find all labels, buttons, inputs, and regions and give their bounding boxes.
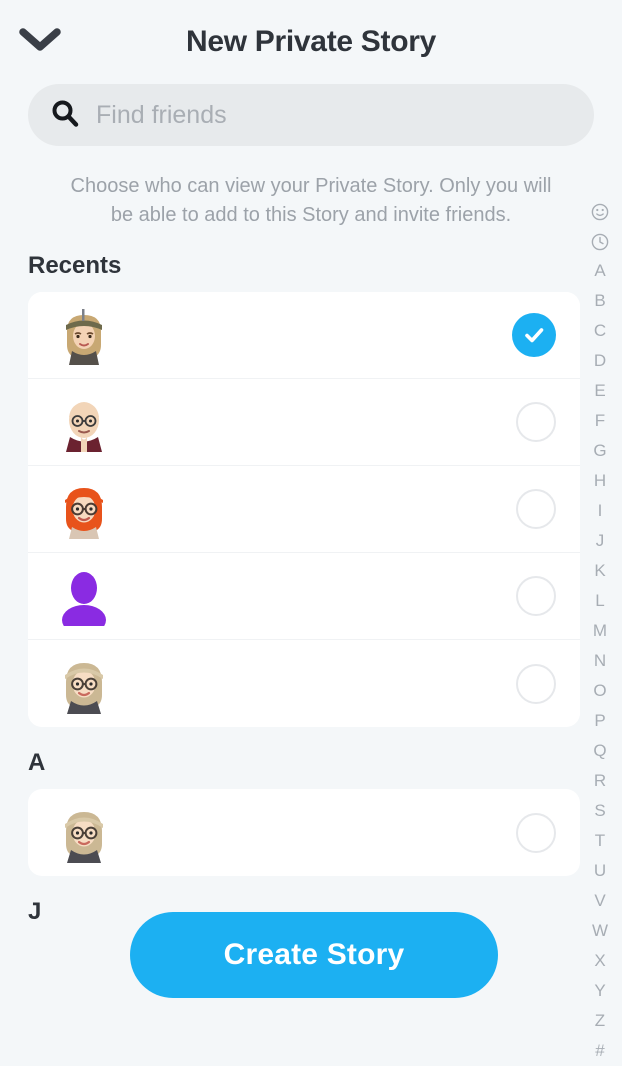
back-button[interactable] xyxy=(0,0,70,84)
alpha-index-k[interactable]: K xyxy=(578,556,622,586)
alpha-index-w[interactable]: W xyxy=(578,916,622,946)
search-icon xyxy=(50,98,80,133)
alpha-index-p[interactable]: P xyxy=(578,706,622,736)
alpha-index-e[interactable]: E xyxy=(578,376,622,406)
alpha-index-hash[interactable]: # xyxy=(578,1036,622,1066)
clock-icon[interactable] xyxy=(578,226,622,256)
alpha-index-j[interactable]: J xyxy=(578,526,622,556)
table-row[interactable] xyxy=(28,466,580,553)
alpha-index-s[interactable]: S xyxy=(578,796,622,826)
alpha-index-m[interactable]: M xyxy=(578,616,622,646)
avatar xyxy=(54,479,114,539)
alpha-index-l[interactable]: L xyxy=(578,586,622,616)
alpha-index-n[interactable]: N xyxy=(578,646,622,676)
alpha-index-a[interactable]: A xyxy=(578,256,622,286)
alpha-index-r[interactable]: R xyxy=(578,766,622,796)
chevron-down-icon xyxy=(19,27,61,58)
alpha-index-b[interactable]: B xyxy=(578,286,622,316)
select-checkbox[interactable] xyxy=(516,489,556,529)
table-row[interactable] xyxy=(28,292,580,379)
alpha-index-i[interactable]: I xyxy=(578,496,622,526)
description-text: Choose who can view your Private Story. … xyxy=(70,175,552,226)
search-bar[interactable] xyxy=(28,84,594,146)
alpha-index-g[interactable]: G xyxy=(578,436,622,466)
alpha-index-t[interactable]: T xyxy=(578,826,622,856)
avatar xyxy=(54,392,114,452)
smiley-icon[interactable] xyxy=(578,196,622,226)
alphabet-index[interactable]: A B C D E F G H I J K L M N O P Q R S T … xyxy=(578,196,622,1066)
alpha-index-z[interactable]: Z xyxy=(578,1006,622,1036)
page-title: New Private Story xyxy=(185,25,436,58)
search-section xyxy=(0,84,622,146)
table-row[interactable] xyxy=(28,640,580,727)
search-input[interactable] xyxy=(96,100,572,130)
table-row[interactable] xyxy=(28,379,580,466)
select-checkbox[interactable] xyxy=(516,663,556,704)
alpha-index-v[interactable]: V xyxy=(578,886,622,916)
alpha-index-c[interactable]: C xyxy=(578,316,622,346)
section-header-recents: Recents xyxy=(28,252,122,279)
alpha-index-y[interactable]: Y xyxy=(578,976,622,1006)
alpha-index-d[interactable]: D xyxy=(578,346,622,376)
select-checkbox[interactable] xyxy=(516,812,556,853)
select-checkbox[interactable] xyxy=(512,313,556,357)
alpha-index-f[interactable]: F xyxy=(578,406,622,436)
create-story-button[interactable]: Create Story xyxy=(130,912,498,998)
avatar xyxy=(54,803,114,863)
header: New Private Story xyxy=(0,0,622,84)
table-row[interactable] xyxy=(28,553,580,640)
table-row[interactable] xyxy=(28,789,580,876)
alpha-index-u[interactable]: U xyxy=(578,856,622,886)
friends-list-recents xyxy=(28,292,580,727)
friends-list-a xyxy=(28,789,580,876)
select-checkbox[interactable] xyxy=(516,402,556,442)
alpha-index-o[interactable]: O xyxy=(578,676,622,706)
avatar xyxy=(54,566,114,626)
alpha-index-q[interactable]: Q xyxy=(578,736,622,766)
avatar xyxy=(54,305,114,365)
avatar xyxy=(54,654,114,714)
alpha-index-h[interactable]: H xyxy=(578,466,622,496)
alpha-index-x[interactable]: X xyxy=(578,946,622,976)
section-header-a: A xyxy=(28,749,46,776)
select-checkbox[interactable] xyxy=(516,576,556,616)
